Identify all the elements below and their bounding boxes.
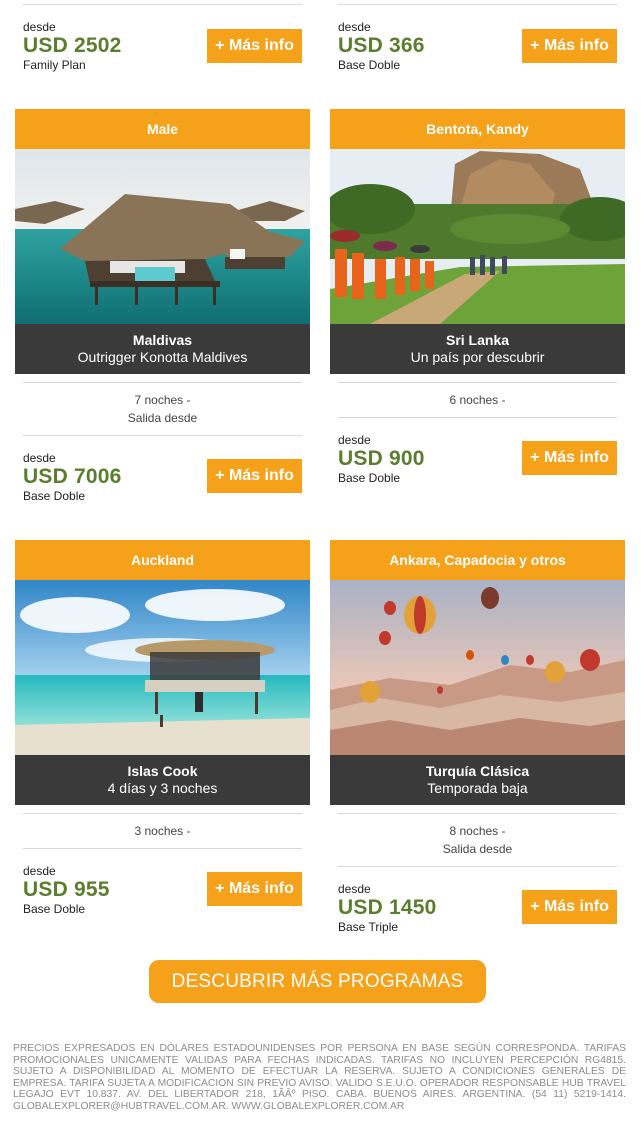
- desde-label: desde: [338, 882, 371, 896]
- desde-label: desde: [338, 433, 371, 447]
- card-title: Turquía Clásica: [425, 763, 530, 779]
- divider: [338, 813, 617, 814]
- price-basis: Base Doble: [23, 489, 86, 503]
- nights-label: 3 noches -: [134, 824, 191, 838]
- price-block: desde USD 366 Base Doble: [338, 20, 425, 72]
- price-block: desde USD 2502 Family Plan: [23, 20, 122, 72]
- card-destination-header[interactable]: Male: [15, 109, 310, 149]
- price-value: USD 2502: [23, 34, 122, 57]
- price-block: desde USD 955 Base Doble: [23, 864, 110, 916]
- offer-card-sri-lanka: Bentota, Kandy Sri Lanka Un país por des…: [330, 109, 625, 509]
- nights-label: 7 noches -: [134, 393, 191, 407]
- divider: [23, 813, 302, 814]
- card-destination-header[interactable]: Bentota, Kandy: [330, 109, 625, 149]
- top-left-offer: desde USD 2502 Family Plan + Más info: [15, 0, 310, 100]
- cappadocia-balloons-image[interactable]: [330, 580, 625, 755]
- maldives-overwater-villa-image[interactable]: [15, 149, 310, 324]
- price-value: USD 900: [338, 447, 425, 470]
- divider: [23, 848, 302, 849]
- offer-card-turquia: Ankara, Capadocia y otros Turquía Clásic…: [330, 540, 625, 940]
- card-caption: Turquía Clásica Temporada baja: [330, 755, 625, 805]
- price-value: USD 1450: [338, 896, 437, 919]
- departure-label: Salida desde: [442, 842, 513, 856]
- price-block: desde USD 900 Base Doble: [338, 433, 425, 485]
- nights-label: 8 noches -: [449, 824, 506, 838]
- mas-info-button[interactable]: + Más info: [522, 890, 617, 924]
- offer-card-islas-cook: Auckland Islas Cook 4 días y 3 noches 3 …: [15, 540, 310, 940]
- card-title: Sri Lanka: [445, 332, 510, 348]
- card-subtitle: Temporada baja: [427, 780, 528, 796]
- sigiriya-monks-image[interactable]: [330, 149, 625, 324]
- discover-more-button[interactable]: DESCUBRIR MÁS PROGRAMAS: [149, 960, 486, 1003]
- mas-info-button[interactable]: + Más info: [522, 441, 617, 475]
- card-subtitle: 4 días y 3 noches: [107, 780, 218, 796]
- card-caption: Sri Lanka Un país por descubrir: [330, 324, 625, 374]
- card-caption: Maldivas Outrigger Konotta Maldives: [15, 324, 310, 374]
- price-basis: Base Doble: [338, 471, 401, 485]
- price-value: USD 955: [23, 878, 110, 901]
- price-block: desde USD 1450 Base Triple: [338, 882, 437, 934]
- card-subtitle: Un país por descubrir: [410, 349, 545, 365]
- price-value: USD 366: [338, 34, 425, 57]
- divider: [338, 4, 617, 5]
- mas-info-button[interactable]: + Más info: [522, 29, 617, 63]
- card-caption: Islas Cook 4 días y 3 noches: [15, 755, 310, 805]
- top-right-offer: desde USD 366 Base Doble + Más info: [330, 0, 625, 100]
- divider: [338, 866, 617, 867]
- card-title: Islas Cook: [127, 763, 198, 779]
- mas-info-button[interactable]: + Más info: [207, 459, 302, 493]
- price-basis: Base Triple: [338, 920, 399, 934]
- divider: [23, 382, 302, 383]
- legal-disclaimer: PRECIOS EXPRESADOS EN DÓLARES ESTADOUNID…: [13, 1043, 626, 1112]
- divider: [23, 4, 302, 5]
- card-destination-header[interactable]: Auckland: [15, 540, 310, 580]
- mas-info-button[interactable]: + Más info: [207, 29, 302, 63]
- card-destination-header[interactable]: Ankara, Capadocia y otros: [330, 540, 625, 580]
- desde-label: desde: [23, 864, 56, 878]
- offer-card-maldivas: Male Maldivas Outrigger Konotta Maldives…: [15, 109, 310, 509]
- price-value: USD 7006: [23, 465, 122, 488]
- desde-label: desde: [23, 20, 56, 34]
- mas-info-button[interactable]: + Más info: [207, 872, 302, 906]
- price-basis: Base Doble: [23, 902, 86, 916]
- divider: [338, 382, 617, 383]
- divider: [338, 417, 617, 418]
- cook-islands-lagoon-image[interactable]: [15, 580, 310, 755]
- price-basis: Base Doble: [338, 58, 401, 72]
- nights-label: 6 noches -: [449, 393, 506, 407]
- price-block: desde USD 7006 Base Doble: [23, 451, 122, 503]
- departure-label: Salida desde: [127, 411, 198, 425]
- card-subtitle: Outrigger Konotta Maldives: [77, 349, 248, 365]
- desde-label: desde: [23, 451, 56, 465]
- desde-label: desde: [338, 20, 371, 34]
- divider: [23, 435, 302, 436]
- card-title: Maldivas: [132, 332, 193, 348]
- price-basis: Family Plan: [23, 58, 86, 72]
